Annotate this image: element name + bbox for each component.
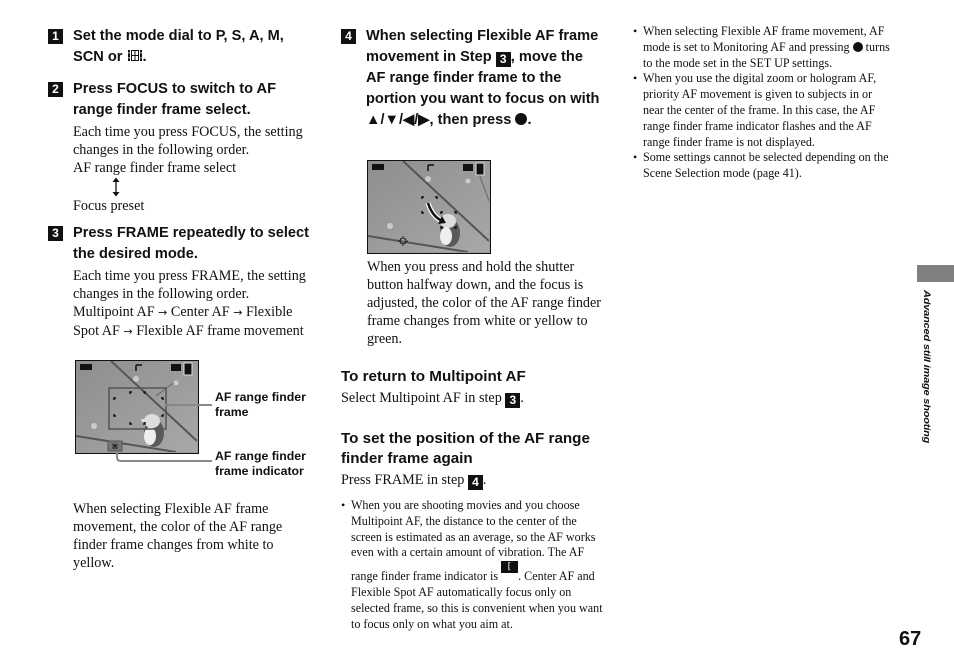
battery-remaining-icon — [80, 364, 92, 370]
right-arrow-icon: → — [158, 306, 168, 319]
mode-sequence: Multipoint AF → Center AF → Flexible Spo… — [73, 303, 310, 341]
mode-item: Multipoint AF — [73, 304, 155, 320]
step-3-note: When selecting Flexible AF frame movemen… — [73, 501, 283, 571]
step-heading: Set the mode dial to P, S, A, M, SCN or … — [73, 28, 284, 65]
step-reference-badge: 3 — [505, 393, 521, 408]
step-2: 2 Press FOCUS to switch to AF range find… — [48, 79, 310, 215]
section-heading: To set the position of the AF range find… — [341, 430, 590, 467]
section-return-multipoint: To return to Multipoint AF Select Multip… — [341, 367, 603, 408]
note-item: Some settings cannot be selected dependi… — [633, 150, 895, 182]
right-arrow-icon: → — [123, 325, 133, 338]
sequence-item: AF range finder frame select — [73, 160, 237, 176]
section-body: Press FRAME in step 4. — [341, 472, 487, 490]
step-reference-badge: 4 — [467, 475, 483, 490]
up-down-arrow-icon — [112, 177, 120, 197]
step-number-badge: 1 — [48, 29, 63, 44]
step-3: 3 Press FRAME repeatedly to select the d… — [48, 223, 310, 341]
section-heading: To return to Multipoint AF — [341, 368, 526, 385]
step-number-badge: 2 — [48, 82, 63, 97]
left-column: 1 Set the mode dial to P, S, A, M, SCN o… — [48, 26, 310, 341]
note-item: When selecting Flexible AF frame movemen… — [633, 24, 895, 71]
step-heading: When selecting Flexible AF frame movemen… — [366, 28, 600, 128]
middle-column: 4 When selecting Flexible AF frame movem… — [341, 26, 603, 131]
right-arrow-icon: → — [233, 306, 243, 319]
movie-mode-icon — [126, 49, 143, 62]
callout-af-range-finder-frame: AF range finder frame — [215, 390, 306, 419]
camera-screen-illustration-flexible — [367, 160, 491, 254]
memory-card-icon — [475, 162, 485, 176]
step-number-badge: 4 — [341, 29, 356, 44]
image-size-icon — [171, 364, 181, 371]
memory-card-icon — [183, 362, 193, 376]
sequence-item: Focus preset — [73, 198, 145, 214]
step-4: 4 When selecting Flexible AF frame movem… — [341, 26, 603, 131]
image-size-icon — [463, 164, 473, 171]
step-heading: Press FOCUS to switch to AF range finder… — [73, 81, 276, 118]
step-description: Each time you press FRAME, the setting c… — [73, 268, 306, 302]
af-range-finder-frame-indicator-icon: [ ] — [501, 561, 519, 584]
step-heading: Press FRAME repeatedly to select the des… — [73, 225, 310, 262]
callout-af-range-finder-frame-indicator: AF range finder frame indicator — [215, 449, 306, 478]
page-number: 67 — [899, 628, 922, 650]
step-4-description: When you press and hold the shutter butt… — [367, 259, 602, 347]
section-tab-marker — [917, 265, 954, 282]
right-notes-list: When selecting Flexible AF frame movemen… — [633, 24, 895, 182]
mode-item: Flexible AF frame movement — [136, 323, 304, 339]
step-description: Each time you press FOCUS, the setting c… — [73, 124, 303, 158]
middle-notes-list: When you are shooting movies and you cho… — [341, 498, 603, 632]
note-item: When you use the digital zoom or hologra… — [633, 71, 895, 150]
callout-lines — [116, 404, 212, 462]
step-1: 1 Set the mode dial to P, S, A, M, SCN o… — [48, 26, 310, 68]
center-button-icon — [515, 113, 528, 125]
center-button-icon — [852, 41, 863, 52]
mode-item: Center AF — [170, 304, 230, 320]
section-set-position-again: To set the position of the AF range find… — [341, 429, 603, 490]
battery-remaining-icon — [372, 164, 384, 170]
camera-preview-image — [368, 161, 489, 252]
note-item: When you are shooting movies and you cho… — [341, 498, 603, 632]
step-reference-badge: 3 — [495, 52, 511, 67]
step-number-badge: 3 — [48, 226, 63, 241]
section-body: Select Multipoint AF in step 3. — [341, 390, 524, 408]
section-label: Advanced still image shooting — [921, 290, 932, 444]
